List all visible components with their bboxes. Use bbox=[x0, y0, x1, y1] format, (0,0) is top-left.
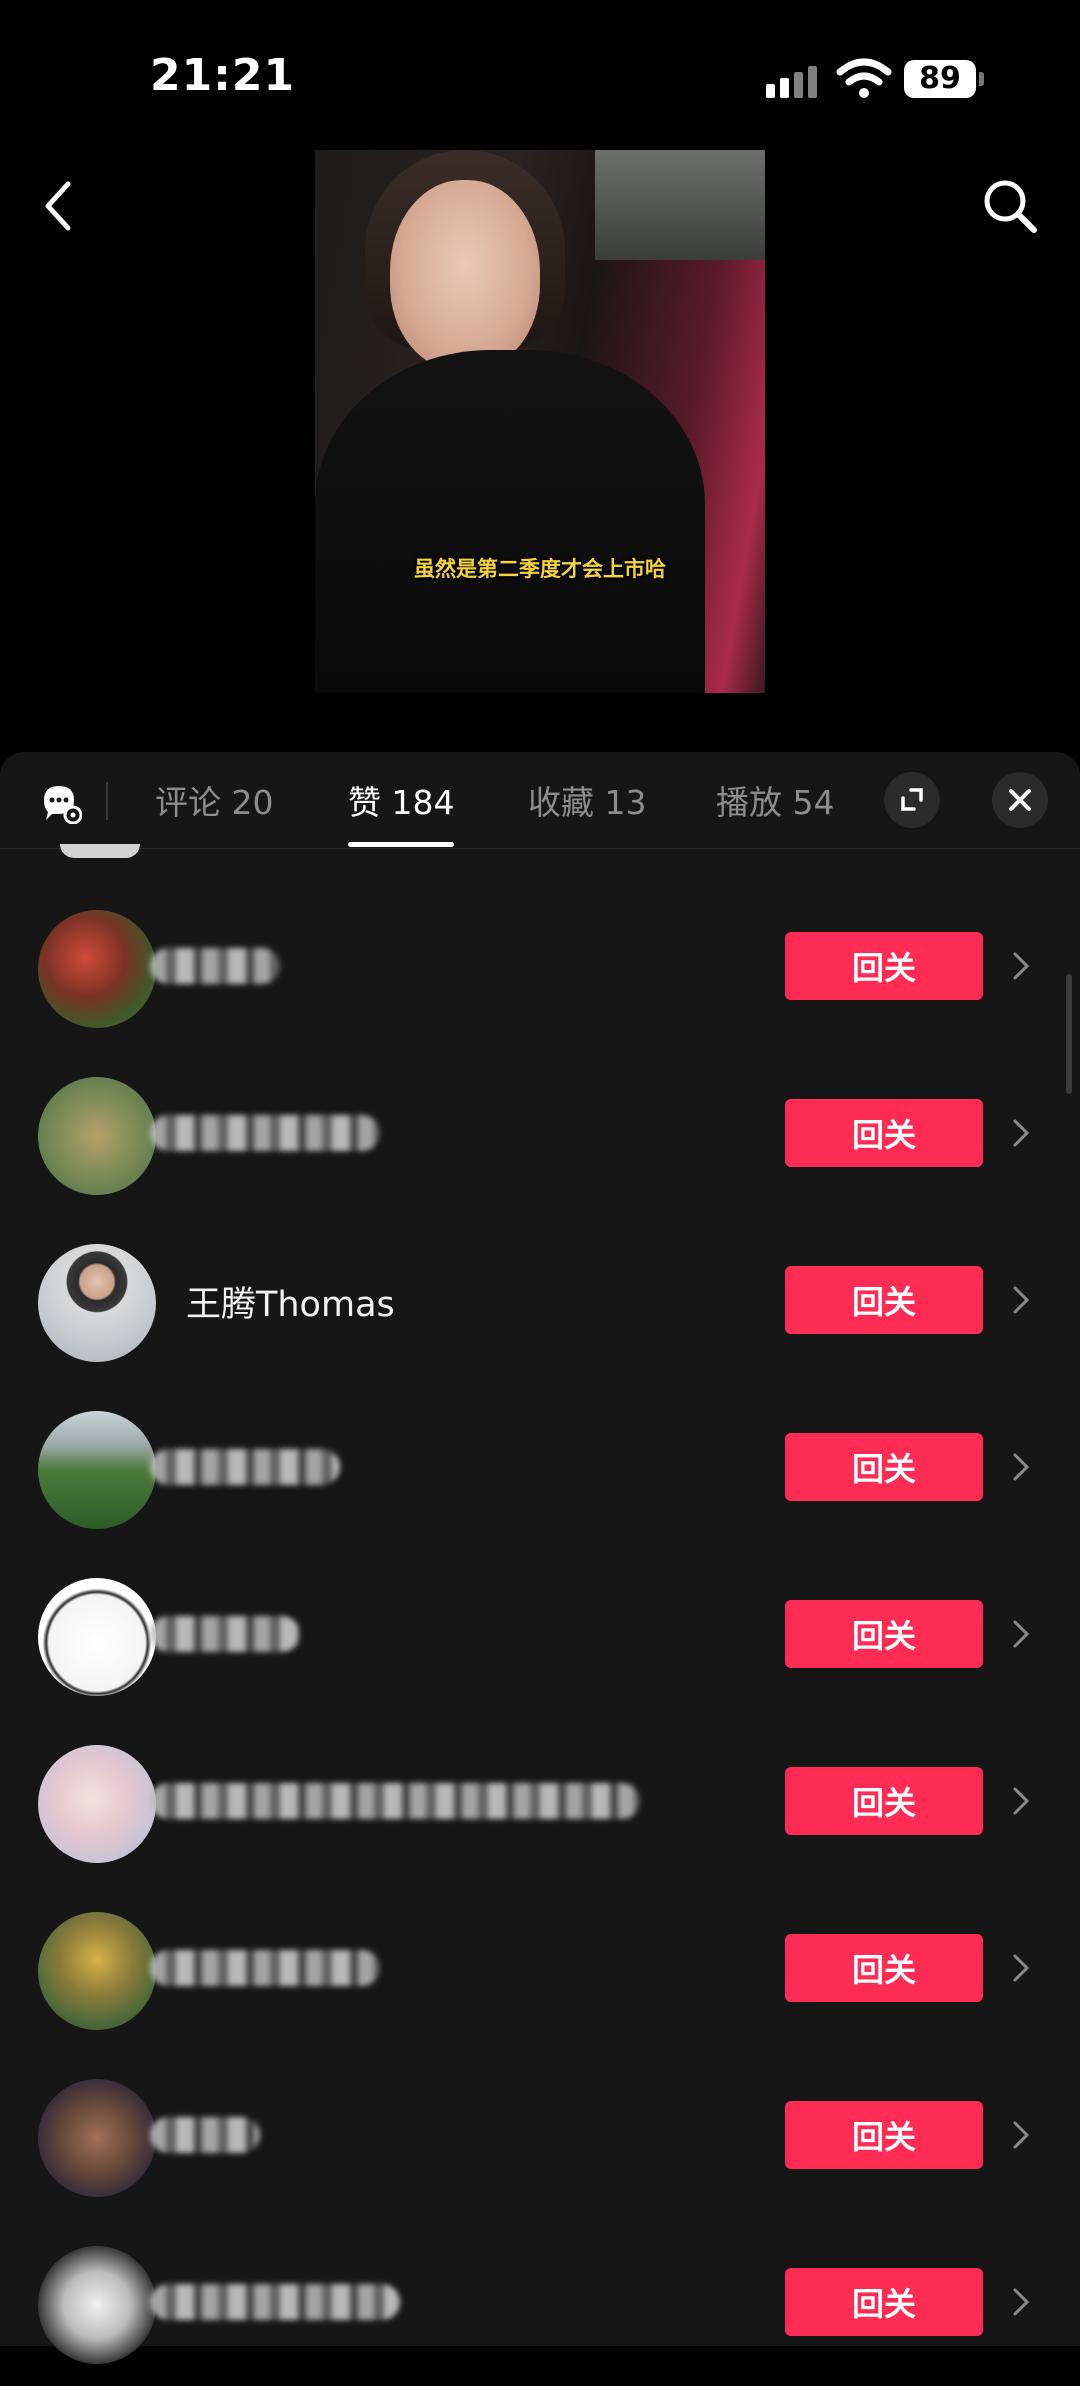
chevron-right-icon[interactable] bbox=[1010, 946, 1032, 986]
tab-bar: 评论 20 赞 184 收藏 13 播放 54 bbox=[0, 752, 1080, 849]
chevron-right-icon[interactable] bbox=[1010, 1447, 1032, 1487]
avatar[interactable] bbox=[38, 910, 156, 1028]
interaction-sheet: 评论 20 赞 184 收藏 13 播放 54 回关 回关 王腾Thomas 回… bbox=[0, 752, 1080, 2364]
username-redacted bbox=[150, 1616, 300, 1652]
username-redacted bbox=[150, 1950, 380, 1986]
username-redacted bbox=[150, 1783, 640, 1819]
chevron-right-icon[interactable] bbox=[1010, 2282, 1032, 2322]
follow-back-button[interactable]: 回关 bbox=[785, 932, 983, 1000]
tab-likes[interactable]: 赞 184 bbox=[348, 776, 454, 824]
avatar[interactable] bbox=[38, 1578, 156, 1696]
expand-icon bbox=[901, 788, 923, 811]
video-player[interactable]: 虽然是第二季度才会上市哈 bbox=[315, 150, 765, 693]
avatar bbox=[60, 844, 140, 858]
list-item[interactable]: 回关 bbox=[0, 1719, 1080, 1885]
list-item[interactable]: 回关 bbox=[0, 1886, 1080, 2052]
follow-back-button[interactable]: 回关 bbox=[785, 1934, 983, 2002]
chevron-right-icon[interactable] bbox=[1010, 1781, 1032, 1821]
avatar[interactable] bbox=[38, 1411, 156, 1529]
search-icon[interactable] bbox=[980, 176, 1040, 236]
tab-favorites[interactable]: 收藏 13 bbox=[528, 776, 646, 824]
back-icon[interactable] bbox=[38, 176, 78, 236]
follow-back-button[interactable]: 回关 bbox=[785, 2268, 983, 2336]
avatar[interactable] bbox=[38, 1912, 156, 2030]
chevron-right-icon[interactable] bbox=[1010, 1113, 1032, 1153]
list-item[interactable]: 回关 bbox=[0, 2220, 1080, 2386]
follow-back-button[interactable]: 回关 bbox=[785, 1099, 983, 1167]
list-item[interactable]: 回关 bbox=[0, 1552, 1080, 1718]
list-item[interactable]: 回关 bbox=[0, 1051, 1080, 1217]
tab-divider bbox=[106, 782, 108, 820]
username: 王腾Thomas bbox=[186, 1285, 395, 1325]
avatar[interactable] bbox=[38, 2079, 156, 2197]
avatar[interactable] bbox=[38, 1077, 156, 1195]
follow-back-button[interactable]: 回关 bbox=[785, 1600, 983, 1668]
tab-comments[interactable]: 评论 20 bbox=[155, 776, 273, 824]
follow-back-button[interactable]: 回关 bbox=[785, 1266, 983, 1334]
wifi-icon bbox=[836, 58, 892, 98]
username-redacted bbox=[150, 948, 280, 984]
status-time: 21:21 bbox=[150, 50, 296, 101]
username-redacted bbox=[150, 1449, 340, 1485]
list-item[interactable]: 回关 bbox=[0, 1385, 1080, 1551]
video-person-body bbox=[315, 350, 705, 693]
list-item[interactable]: 回关 bbox=[0, 884, 1080, 1050]
video-subtitle: 虽然是第二季度才会上市哈 bbox=[414, 557, 666, 581]
signal-icon bbox=[766, 64, 820, 98]
tab-active-indicator bbox=[348, 842, 454, 847]
username-redacted bbox=[150, 2117, 260, 2153]
chevron-right-icon[interactable] bbox=[1010, 1280, 1032, 1320]
follow-back-button[interactable]: 回关 bbox=[785, 1767, 983, 1835]
tab-plays[interactable]: 播放 54 bbox=[716, 776, 834, 824]
chevron-right-icon[interactable] bbox=[1010, 1948, 1032, 1988]
avatar[interactable] bbox=[38, 2246, 156, 2364]
chat-settings-icon[interactable] bbox=[40, 782, 82, 824]
chevron-right-icon[interactable] bbox=[1010, 2115, 1032, 2155]
username-redacted bbox=[150, 1115, 380, 1151]
list-item[interactable]: 王腾Thomas 回关 bbox=[0, 1218, 1080, 1384]
close-button[interactable] bbox=[992, 772, 1048, 828]
follow-back-button[interactable]: 回关 bbox=[785, 2101, 983, 2169]
follow-back-button[interactable]: 回关 bbox=[785, 1433, 983, 1501]
avatar[interactable] bbox=[38, 1244, 156, 1362]
video-person-face bbox=[390, 180, 540, 370]
avatar[interactable] bbox=[38, 1745, 156, 1863]
battery-icon: 89 bbox=[904, 60, 984, 98]
video-background bbox=[595, 150, 765, 260]
list-item[interactable]: 回关 bbox=[0, 2053, 1080, 2219]
close-icon bbox=[1009, 789, 1031, 811]
expand-button[interactable] bbox=[884, 772, 940, 828]
chevron-right-icon[interactable] bbox=[1010, 1614, 1032, 1654]
username-redacted bbox=[150, 2284, 400, 2320]
